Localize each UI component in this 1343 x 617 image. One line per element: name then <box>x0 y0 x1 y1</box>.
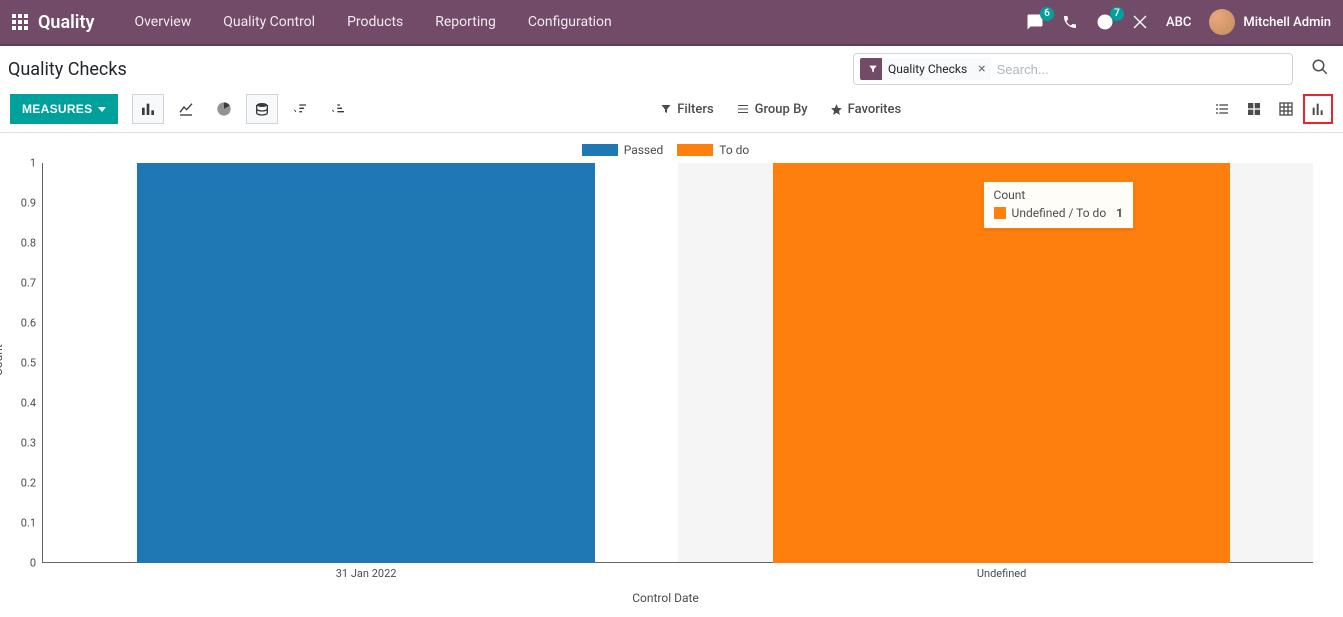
y-tick: 0.1 <box>21 517 36 530</box>
activities-icon[interactable]: 7 <box>1096 13 1114 31</box>
groupby-dropdown[interactable]: Group By <box>736 102 808 117</box>
x-tick: 31 Jan 2022 <box>336 567 397 580</box>
main-navbar: Quality Overview Quality Control Product… <box>0 0 1343 46</box>
list-view-button[interactable] <box>1207 94 1237 124</box>
chart-type-buttons <box>132 94 354 124</box>
y-tick: 0.6 <box>21 317 36 330</box>
y-tick: 0.4 <box>21 397 36 410</box>
legend-item-todo[interactable]: To do <box>677 143 749 157</box>
nav-right: 6 7 ABC Mitchell Admin <box>1026 9 1331 35</box>
x-tick: Undefined <box>977 567 1026 580</box>
bar-passed-31jan[interactable] <box>137 163 595 563</box>
bar-chart-button[interactable] <box>132 94 164 124</box>
y-tick: 1 <box>30 157 36 170</box>
avatar <box>1209 9 1235 35</box>
search-icon[interactable] <box>1307 54 1333 84</box>
caret-down-icon <box>98 107 106 112</box>
messaging-badge: 6 <box>1040 7 1054 21</box>
y-axis-title: Count <box>0 344 5 376</box>
nav-link-configuration[interactable]: Configuration <box>512 0 628 45</box>
legend-label: To do <box>719 143 749 157</box>
kanban-view-button[interactable] <box>1239 94 1269 124</box>
filter-icon <box>864 64 882 74</box>
phone-icon[interactable] <box>1062 14 1078 30</box>
facet-value: Quality Checks <box>882 58 973 80</box>
y-tick: 0.7 <box>21 277 36 290</box>
legend-swatch-icon <box>582 144 618 156</box>
sort-desc-button[interactable] <box>284 94 316 124</box>
tooltip-title: Count <box>994 188 1124 202</box>
favorites-label: Favorites <box>848 102 901 117</box>
filters-dropdown[interactable]: Filters <box>660 102 713 117</box>
y-axis: 0 0.1 0.2 0.3 0.4 0.5 0.6 0.7 0.8 0.9 1 <box>8 163 42 563</box>
app-brand[interactable]: Quality <box>38 12 94 33</box>
groupby-label: Group By <box>755 102 808 117</box>
legend-swatch-icon <box>677 144 713 156</box>
nav-link-overview[interactable]: Overview <box>118 0 207 45</box>
y-tick: 0 <box>30 557 36 570</box>
y-tick: 0.9 <box>21 197 36 210</box>
chart-pane: Count Passed To do 0 0.1 0.2 0.3 0.4 0.5… <box>0 133 1343 617</box>
remove-facet-button[interactable]: × <box>973 58 990 80</box>
y-tick: 0.3 <box>21 437 36 450</box>
user-name: Mitchell Admin <box>1243 15 1331 30</box>
debug-icon[interactable] <box>1132 14 1148 30</box>
legend-label: Passed <box>624 143 664 157</box>
breadcrumb: Quality Checks <box>6 59 127 80</box>
x-axis-title: Control Date <box>8 591 1323 605</box>
view-switcher <box>1207 94 1333 124</box>
filters-label: Filters <box>677 102 713 117</box>
activities-badge: 7 <box>1110 7 1124 21</box>
y-tick: 0.2 <box>21 477 36 490</box>
messaging-icon[interactable]: 6 <box>1026 13 1044 31</box>
user-menu[interactable]: Mitchell Admin <box>1209 9 1331 35</box>
pie-chart-button[interactable] <box>208 94 240 124</box>
sort-asc-button[interactable] <box>322 94 354 124</box>
chart-plot[interactable]: 0 0.1 0.2 0.3 0.4 0.5 0.6 0.7 0.8 0.9 1 … <box>42 163 1313 563</box>
nav-links: Overview Quality Control Products Report… <box>118 0 627 45</box>
search-bar[interactable]: Quality Checks × <box>853 53 1293 85</box>
nav-link-quality-control[interactable]: Quality Control <box>207 0 331 45</box>
tooltip-label: Undefined / To do <box>1012 206 1107 220</box>
search-options: Filters Group By Favorites <box>354 102 1207 117</box>
nav-link-products[interactable]: Products <box>331 0 419 45</box>
chart-legend: Passed To do <box>8 143 1323 157</box>
tooltip-swatch-icon <box>994 207 1006 219</box>
search-input[interactable] <box>997 62 1286 77</box>
search-facet: Quality Checks × <box>860 58 991 80</box>
legend-item-passed[interactable]: Passed <box>582 143 664 157</box>
x-axis: 31 Jan 2022 Undefined <box>42 563 1313 585</box>
company-switcher[interactable]: ABC <box>1166 15 1191 30</box>
measures-button[interactable]: MEASURES <box>10 94 118 124</box>
apps-icon[interactable] <box>12 14 28 30</box>
measures-label: MEASURES <box>22 102 92 116</box>
graph-view-button[interactable] <box>1303 94 1333 124</box>
tooltip-value: 1 <box>1116 206 1123 220</box>
control-panel: Quality Checks Quality Checks × MEASURES <box>0 46 1343 133</box>
y-tick: 0.8 <box>21 237 36 250</box>
nav-link-reporting[interactable]: Reporting <box>419 0 512 45</box>
line-chart-button[interactable] <box>170 94 202 124</box>
pivot-view-button[interactable] <box>1271 94 1301 124</box>
favorites-dropdown[interactable]: Favorites <box>830 102 901 117</box>
y-tick: 0.5 <box>21 357 36 370</box>
stacked-button[interactable] <box>246 94 278 124</box>
chart-tooltip: Count Undefined / To do 1 <box>983 181 1135 229</box>
